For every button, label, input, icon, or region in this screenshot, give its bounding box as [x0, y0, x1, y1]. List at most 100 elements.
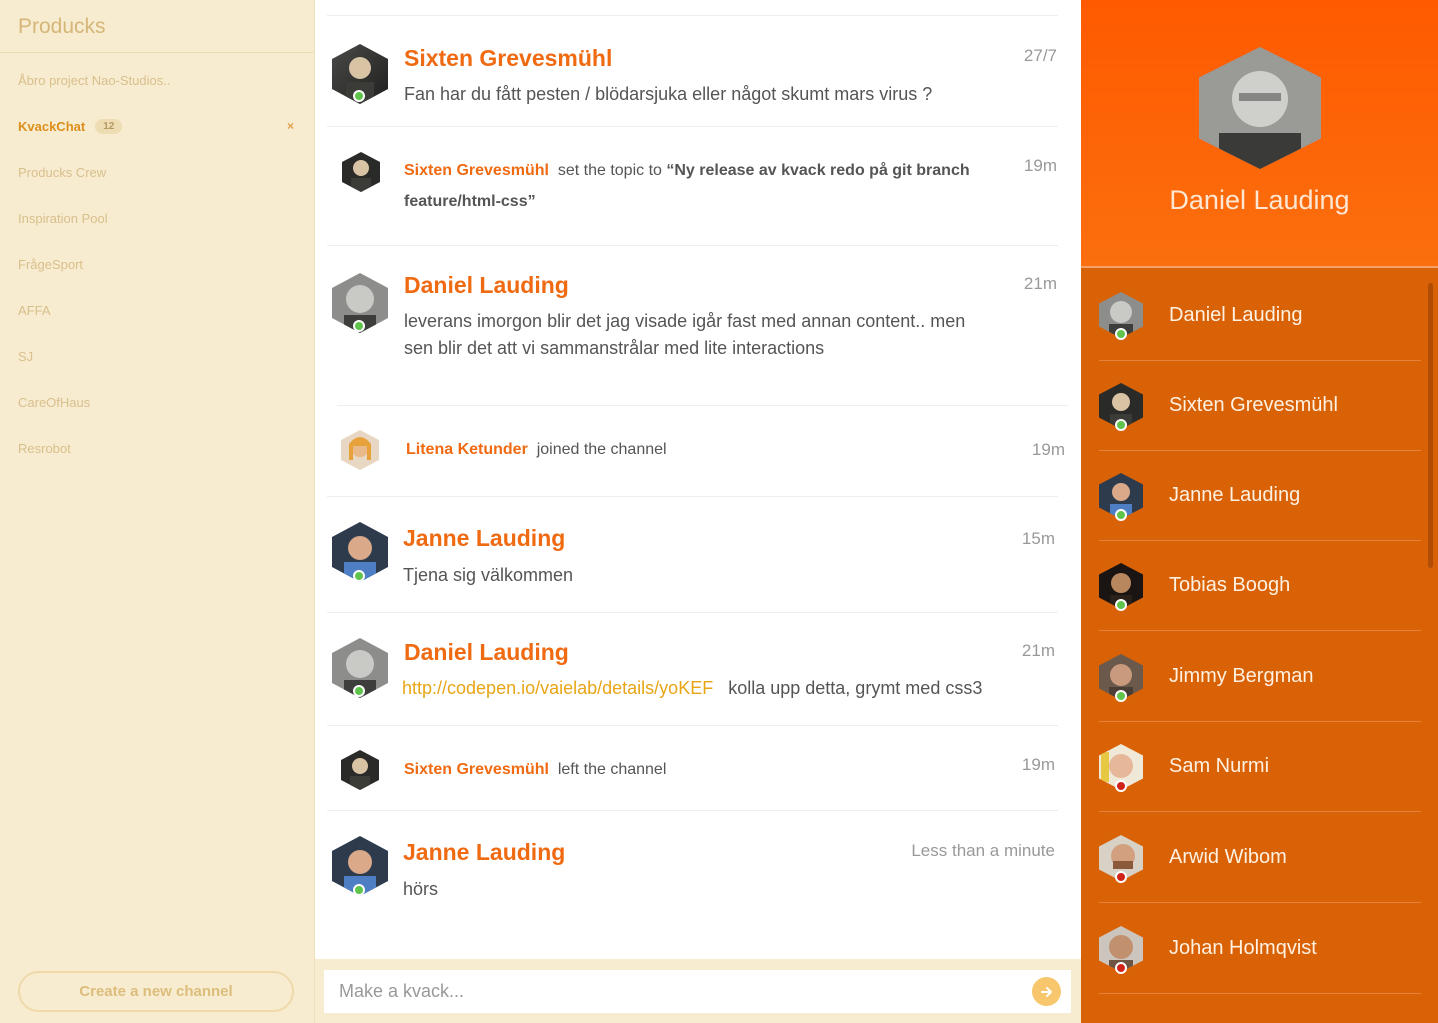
avatar[interactable]	[341, 750, 379, 790]
avatar-photo-icon	[341, 430, 379, 470]
system-message-cont: feature/html-css”	[404, 186, 536, 217]
message-text-row: http://codepen.io/vaielab/details/yoKEF …	[402, 675, 982, 702]
avatar[interactable]	[332, 836, 388, 896]
avatar[interactable]	[342, 152, 380, 192]
divider	[327, 725, 1058, 726]
member-name: Janne Lauding	[1169, 484, 1301, 506]
message-time: Less than a minute	[911, 841, 1055, 860]
avatar[interactable]	[332, 522, 388, 582]
message-author[interactable]: Sixten Grevesmühl	[404, 761, 549, 778]
message-time: 19m	[1031, 440, 1065, 459]
arrow-right-icon	[1040, 986, 1052, 997]
message-author[interactable]: Sixten Grevesmühl	[404, 162, 549, 179]
channel-label: Resrobot	[18, 440, 71, 456]
member-name: Sam Nurmi	[1169, 755, 1270, 777]
member-item[interactable]: Sixten Grevesmühl	[1099, 361, 1421, 451]
avatar[interactable]	[332, 44, 388, 104]
channel-item-careofhaus[interactable]: CareOfHaus	[0, 387, 314, 417]
topic-text: “Ny release av kvack redo på git branch	[666, 162, 970, 179]
avatar	[1099, 744, 1143, 792]
message-author[interactable]: Daniel Lauding	[404, 639, 569, 666]
channel-item-fragesport[interactable]: FrågeSport	[0, 249, 314, 279]
profile-name: Daniel Lauding	[1169, 185, 1350, 215]
divider	[327, 245, 1058, 246]
message-text: kolla upp detta, grymt med css3	[728, 678, 983, 698]
create-channel-button[interactable]: Create a new channel	[18, 971, 294, 1012]
divider	[327, 496, 1058, 497]
channel-item-resrobot[interactable]: Resrobot	[0, 433, 314, 463]
channel-item-producks-crew[interactable]: Producks Crew	[0, 157, 314, 187]
channel-label: Åbro project Nao-Studios..	[18, 72, 171, 88]
avatar	[1099, 563, 1143, 611]
message-input[interactable]	[324, 970, 1071, 1013]
status-online-icon	[353, 685, 365, 697]
divider	[327, 810, 1058, 811]
member-name: Jimmy Bergman	[1169, 665, 1314, 687]
system-action: left the channel	[557, 761, 667, 778]
chat-panel: Sixten Grevesmühl 27/7 Fan har du fått p…	[315, 0, 1081, 1023]
avatar[interactable]	[341, 430, 379, 470]
channel-item-abro[interactable]: Åbro project Nao-Studios..	[0, 65, 314, 95]
system-message: Sixten Grevesmühl left the channel	[404, 754, 666, 785]
member-name: Daniel Lauding	[1169, 304, 1303, 326]
profile-avatar[interactable]	[1199, 47, 1321, 169]
message-time: 27/7	[1023, 46, 1057, 65]
channel-item-kvackchat[interactable]: KvackChat 12 ×	[0, 111, 314, 141]
channel-item-sj[interactable]: SJ	[0, 341, 314, 371]
status-offline-icon	[1115, 780, 1127, 792]
members-scrollbar[interactable]	[1428, 283, 1433, 568]
channel-sidebar: Producks Åbro project Nao-Studios.. Kvac…	[0, 0, 315, 1023]
avatar-photo-icon	[341, 750, 379, 790]
member-item[interactable]: Jimmy Bergman	[1099, 632, 1421, 722]
channel-label: FrågeSport	[18, 256, 84, 272]
member-name: Sixten Grevesmühl	[1169, 394, 1338, 416]
message-author[interactable]: Daniel Lauding	[404, 272, 569, 299]
close-icon[interactable]: ×	[287, 119, 294, 133]
members-panel: Daniel Lauding Daniel Lauding Sixten Gre…	[1081, 0, 1438, 1023]
channel-item-inspiration-pool[interactable]: Inspiration Pool	[0, 203, 314, 233]
channel-item-affa[interactable]: AFFA	[0, 295, 314, 325]
topic-text: feature/html-css”	[404, 193, 536, 210]
system-message: Sixten Grevesmühl set the topic to “Ny r…	[404, 155, 970, 186]
message-text: hörs	[403, 879, 439, 899]
unread-badge: 12	[95, 118, 123, 134]
divider	[337, 405, 1068, 406]
member-item[interactable]: Sam Nurmi	[1099, 722, 1421, 812]
message-author[interactable]: Janne Lauding	[403, 525, 565, 552]
message-time: 21m	[1023, 274, 1057, 293]
composer-bar	[315, 959, 1081, 1023]
avatar	[1099, 926, 1143, 974]
message-author[interactable]: Litena Ketunder	[406, 441, 528, 458]
system-message: Litena Ketunder joined the channel	[406, 434, 667, 465]
status-online-icon	[353, 884, 365, 896]
avatar[interactable]	[332, 638, 388, 698]
channel-label: SJ	[18, 348, 34, 364]
member-item[interactable]: Johan Holmqvist	[1099, 904, 1421, 994]
avatar	[1099, 473, 1143, 521]
send-button[interactable]	[1032, 977, 1061, 1006]
message-author[interactable]: Janne Lauding	[403, 839, 565, 866]
message-link[interactable]: http://codepen.io/vaielab/details/yoKEF	[402, 678, 713, 698]
member-item[interactable]: Janne Lauding	[1099, 451, 1421, 541]
member-item[interactable]: Daniel Lauding	[1099, 271, 1421, 361]
divider	[0, 52, 314, 53]
message-text: Fan har du fått pesten / blödarsjuka ell…	[404, 84, 933, 104]
channel-label: Inspiration Pool	[18, 210, 108, 226]
status-online-icon	[1115, 599, 1127, 611]
avatar	[1099, 654, 1143, 702]
profile-header: Daniel Lauding	[1081, 0, 1438, 268]
system-action: set the topic to	[557, 162, 662, 179]
status-online-icon	[1115, 509, 1127, 521]
channel-label: AFFA	[18, 302, 51, 318]
divider	[327, 612, 1058, 613]
message-author[interactable]: Sixten Grevesmühl	[404, 45, 612, 72]
workspace-title: Producks	[18, 15, 106, 38]
member-item[interactable]: Tobias Boogh	[1099, 541, 1421, 631]
message-text: Tjena sig välkommen	[403, 565, 574, 585]
avatar	[1099, 383, 1143, 431]
member-item[interactable]: Arwid Wibom	[1099, 813, 1421, 903]
avatar	[1099, 835, 1143, 883]
avatar[interactable]	[332, 273, 388, 333]
message-time: 15m	[1021, 529, 1055, 548]
status-online-icon	[1115, 419, 1127, 431]
